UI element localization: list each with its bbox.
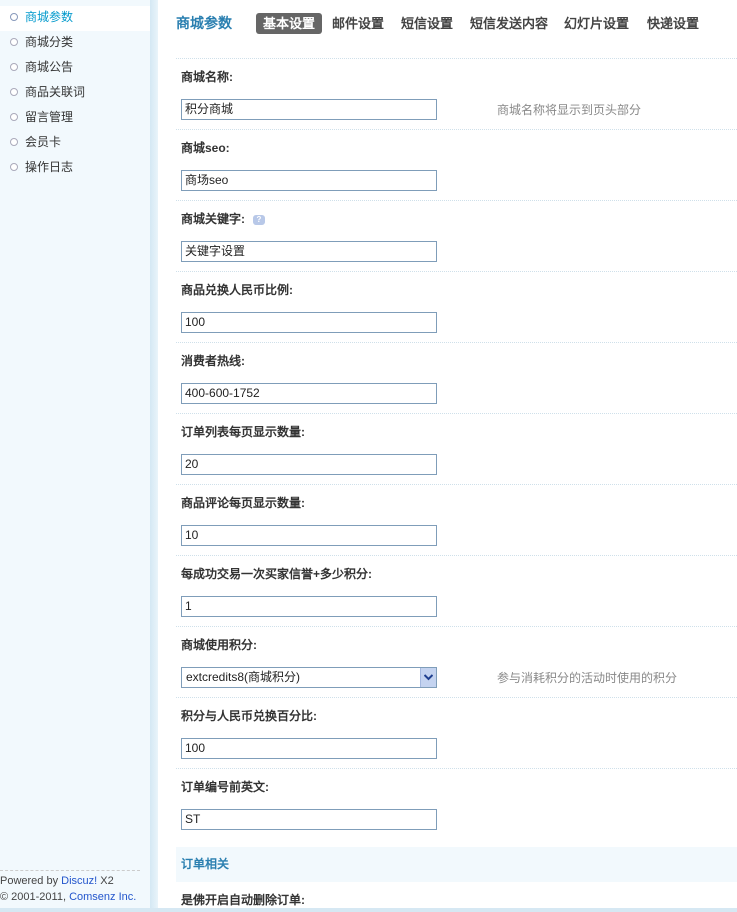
tab-express-settings[interactable]: 快递设置 (647, 13, 699, 34)
credit-per-trade-input[interactable] (181, 596, 437, 617)
shop-name-tip: 商城名称将显示到页头部分 (497, 103, 642, 117)
shop-name-input[interactable] (181, 99, 437, 120)
sidebar-item-label: 会员卡 (25, 135, 62, 149)
section-title: 订单相关 (181, 857, 230, 871)
sidebar-item-label: 商城分类 (25, 35, 74, 49)
sidebar-item-label: 商城公告 (25, 60, 74, 74)
divider (176, 413, 737, 414)
credit-per-trade-label: 每成功交易一次买家信誉+多少积分: (181, 567, 373, 581)
reviews-per-page-label: 商品评论每页显示数量: (181, 496, 305, 510)
shop-keywords-label: 商城关键字: (181, 212, 245, 226)
tab-slideshow-settings[interactable]: 幻灯片设置 (564, 13, 629, 34)
order-prefix-input[interactable] (181, 809, 437, 830)
tab-basic-settings[interactable]: 基本设置 (256, 13, 323, 34)
shop-seo-label: 商城seo: (181, 141, 230, 155)
divider (176, 697, 737, 698)
divider (176, 200, 737, 201)
bullet-icon (10, 163, 18, 171)
divider (176, 626, 737, 627)
top-nav: 商城参数 基本设置 邮件设置 短信设置 短信发送内容 幻灯片设置 快递设置 (158, 0, 737, 46)
shop-keywords-label-wrap: 商城关键字:? (181, 210, 265, 227)
tab-email-settings[interactable]: 邮件设置 (332, 13, 384, 34)
sidebar-item-member-card[interactable]: 会员卡 (0, 131, 150, 156)
sidebar-item-label: 留言管理 (25, 110, 74, 124)
sidebar-divider (150, 0, 158, 912)
sidebar: 商城参数 商城分类 商城公告 商品关联词 留言管理 会员卡 操作日志 Power… (0, 0, 150, 912)
orders-per-page-label: 订单列表每页显示数量: (181, 425, 305, 439)
bottom-border (0, 908, 737, 912)
sidebar-item-label: 操作日志 (25, 160, 74, 174)
bullet-icon (10, 113, 18, 121)
sidebar-item-shop-params[interactable]: 商城参数 (0, 6, 150, 31)
sidebar-item-messages[interactable]: 留言管理 (0, 106, 150, 131)
divider (176, 271, 737, 272)
sidebar-footer: Powered by Discuz! X2 © 2001-2011, Comse… (0, 870, 140, 905)
sidebar-menu: 商城参数 商城分类 商城公告 商品关联词 留言管理 会员卡 操作日志 (0, 0, 150, 181)
discuz-link[interactable]: Discuz! (61, 875, 97, 887)
divider (176, 58, 737, 59)
shop-seo-input[interactable] (181, 170, 437, 191)
credit-percent-label: 积分与人民币兑换百分比: (181, 709, 317, 723)
shop-credit-tip: 参与消耗积分的活动时使用的积分 (497, 671, 678, 685)
shop-credit-selected: extcredits8(商城积分) (186, 670, 301, 684)
divider (176, 768, 737, 769)
reviews-per-page-input[interactable] (181, 525, 437, 546)
section-order-related: 订单相关 (176, 847, 737, 882)
sidebar-item-label: 商城参数 (25, 10, 74, 24)
copyright: © 2001-2011, Comsenz Inc. (0, 889, 140, 905)
main-content: 商城参数 基本设置 邮件设置 短信设置 短信发送内容 幻灯片设置 快递设置 商城… (158, 0, 737, 912)
bullet-icon (10, 88, 18, 96)
tab-sms-settings[interactable]: 短信设置 (401, 13, 453, 34)
tab-sms-content[interactable]: 短信发送内容 (470, 13, 548, 34)
sidebar-item-label: 商品关联词 (25, 85, 86, 99)
exchange-ratio-label: 商品兑换人民币比例: (181, 283, 293, 297)
divider (176, 484, 737, 485)
divider (176, 129, 737, 130)
chevron-down-icon[interactable] (420, 668, 436, 687)
divider (176, 555, 737, 556)
powered-by: Powered by Discuz! X2 (0, 873, 140, 889)
credit-percent-input[interactable] (181, 738, 437, 759)
bullet-icon (10, 38, 18, 46)
bullet-icon (10, 138, 18, 146)
divider (176, 342, 737, 343)
shop-name-label: 商城名称: (181, 70, 233, 84)
sidebar-item-shop-category[interactable]: 商城分类 (0, 31, 150, 56)
comsenz-link[interactable]: Comsenz Inc. (69, 891, 136, 903)
orders-per-page-input[interactable] (181, 454, 437, 475)
hotline-input[interactable] (181, 383, 437, 404)
sidebar-item-shop-notice[interactable]: 商城公告 (0, 56, 150, 81)
hotline-label: 消费者热线: (181, 354, 245, 368)
shop-credit-label: 商城使用积分: (181, 638, 257, 652)
copyright-prefix: © 2001-2011, (0, 891, 70, 903)
sidebar-item-product-keywords[interactable]: 商品关联词 (0, 81, 150, 106)
page-title: 商城参数 (176, 15, 232, 31)
exchange-ratio-input[interactable] (181, 312, 437, 333)
powered-prefix: Powered by (0, 875, 62, 887)
sidebar-item-operation-log[interactable]: 操作日志 (0, 156, 150, 181)
shop-keywords-input[interactable] (181, 241, 437, 262)
shop-credit-select[interactable]: extcredits8(商城积分) (181, 667, 437, 688)
bullet-icon (10, 13, 18, 21)
auto-delete-label: 是佛开启自动删除订单: (181, 893, 305, 907)
bullet-icon (10, 63, 18, 71)
question-icon[interactable]: ? (253, 215, 265, 225)
order-prefix-label: 订单编号前英文: (181, 780, 269, 794)
powered-suffix: X2 (97, 875, 114, 887)
